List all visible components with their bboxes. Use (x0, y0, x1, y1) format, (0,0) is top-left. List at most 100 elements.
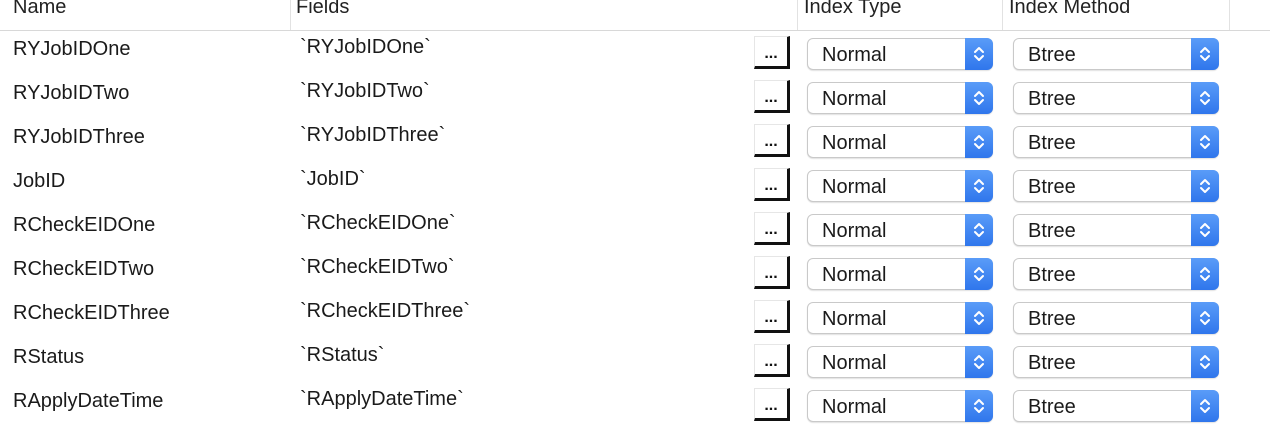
index-name-cell[interactable]: RCheckEIDTwo (13, 254, 154, 284)
table-row[interactable]: RCheckEIDThree `RCheckEIDThree`... Normal B… (0, 298, 1270, 342)
index-name-cell[interactable]: JobID (13, 166, 65, 196)
select-stepper[interactable] (1191, 170, 1219, 202)
index-type-select[interactable]: Normal (807, 170, 993, 202)
chevron-up-down-icon (1200, 311, 1210, 325)
index-method-select[interactable]: Btree (1013, 258, 1219, 290)
table-row[interactable]: RCheckEIDTwo `RCheckEIDTwo`... Normal Btree (0, 254, 1270, 298)
select-stepper[interactable] (1191, 346, 1219, 378)
select-stepper[interactable] (1191, 302, 1219, 334)
index-name-cell[interactable]: RYJobIDOne (13, 34, 130, 64)
index-type-value: Normal (822, 308, 887, 330)
index-method-select[interactable]: Btree (1013, 302, 1219, 334)
column-divider[interactable] (1229, 0, 1230, 30)
table-row[interactable]: RCheckEIDOne `RCheckEIDOne`... Normal Btree (0, 210, 1270, 254)
index-fields-cell[interactable]: `RCheckEIDTwo` (300, 252, 454, 282)
chevron-up-down-icon (1200, 267, 1210, 281)
index-type-select[interactable]: Normal (807, 390, 993, 422)
index-fields-cell[interactable]: `RCheckEIDThree` (300, 296, 470, 326)
index-method-value: Btree (1028, 132, 1076, 154)
index-name-cell[interactable]: RYJobIDTwo (13, 78, 129, 108)
chevron-up-down-icon (1200, 223, 1210, 237)
select-stepper[interactable] (1191, 126, 1219, 158)
index-type-value: Normal (822, 44, 887, 66)
select-stepper[interactable] (1191, 390, 1219, 422)
chevron-up-down-icon (974, 355, 984, 369)
index-type-value: Normal (822, 220, 887, 242)
select-stepper[interactable] (1191, 258, 1219, 290)
index-type-select[interactable]: Normal (807, 126, 993, 158)
column-divider[interactable] (1002, 0, 1003, 30)
select-stepper[interactable] (965, 38, 993, 70)
index-type-select[interactable]: Normal (807, 258, 993, 290)
index-type-select[interactable]: Normal (807, 82, 993, 114)
table-row[interactable]: RApplyDateTime `RApplyDateTime`... Normal B… (0, 386, 1270, 430)
edit-fields-button[interactable]: ... (754, 168, 790, 201)
index-fields-cell[interactable]: `RCheckEIDOne` (300, 208, 456, 238)
index-method-select[interactable]: Btree (1013, 214, 1219, 246)
index-method-select[interactable]: Btree (1013, 126, 1219, 158)
index-method-value: Btree (1028, 308, 1076, 330)
chevron-up-down-icon (1200, 399, 1210, 413)
column-divider[interactable] (797, 0, 798, 30)
index-name-cell[interactable]: RApplyDateTime (13, 386, 163, 416)
select-stepper[interactable] (965, 82, 993, 114)
index-fields-cell[interactable]: `RApplyDateTime` (300, 384, 464, 414)
index-method-select[interactable]: Btree (1013, 346, 1219, 378)
chevron-up-down-icon (974, 311, 984, 325)
index-name-cell[interactable]: RCheckEIDThree (13, 298, 170, 328)
index-method-select[interactable]: Btree (1013, 170, 1219, 202)
select-stepper[interactable] (965, 258, 993, 290)
select-stepper[interactable] (965, 214, 993, 246)
edit-fields-button[interactable]: ... (754, 256, 790, 289)
chevron-up-down-icon (1200, 179, 1210, 193)
table-row[interactable]: RYJobIDOne `RYJobIDOne`... Normal Btree (0, 34, 1270, 78)
select-stepper[interactable] (965, 302, 993, 334)
column-divider[interactable] (290, 0, 291, 30)
select-stepper[interactable] (965, 346, 993, 378)
index-fields-cell[interactable]: `JobID` (300, 164, 366, 194)
edit-fields-button[interactable]: ... (754, 300, 790, 333)
index-method-select[interactable]: Btree (1013, 38, 1219, 70)
index-name-cell[interactable]: RYJobIDThree (13, 122, 145, 152)
select-stepper[interactable] (1191, 214, 1219, 246)
index-name-cell[interactable]: RCheckEIDOne (13, 210, 155, 240)
edit-fields-button[interactable]: ... (754, 212, 790, 245)
edit-fields-button[interactable]: ... (754, 124, 790, 157)
chevron-up-down-icon (974, 267, 984, 281)
index-method-value: Btree (1028, 44, 1076, 66)
select-stepper[interactable] (1191, 38, 1219, 70)
table-row[interactable]: JobID `JobID`... Normal Btree (0, 166, 1270, 210)
index-name-cell[interactable]: RStatus (13, 342, 84, 372)
index-type-select[interactable]: Normal (807, 214, 993, 246)
index-method-select[interactable]: Btree (1013, 390, 1219, 422)
index-type-select[interactable]: Normal (807, 302, 993, 334)
select-stepper[interactable] (1191, 82, 1219, 114)
chevron-up-down-icon (1200, 135, 1210, 149)
select-stepper[interactable] (965, 170, 993, 202)
index-method-select[interactable]: Btree (1013, 82, 1219, 114)
column-header-index-method[interactable]: Index Method (1009, 0, 1130, 22)
table-row[interactable]: RStatus `RStatus`... Normal Btree (0, 342, 1270, 386)
select-stepper[interactable] (965, 126, 993, 158)
column-header-fields[interactable]: Fields (296, 0, 349, 22)
index-method-value: Btree (1028, 176, 1076, 198)
table-row[interactable]: RYJobIDTwo `RYJobIDTwo`... Normal Btree (0, 78, 1270, 122)
select-stepper[interactable] (965, 390, 993, 422)
edit-fields-button[interactable]: ... (754, 80, 790, 113)
column-header-index-type[interactable]: Index Type (804, 0, 901, 22)
column-header-name[interactable]: Name (13, 0, 66, 22)
index-type-select[interactable]: Normal (807, 38, 993, 70)
index-fields-cell[interactable]: `RYJobIDThree` (300, 120, 445, 150)
edit-fields-button[interactable]: ... (754, 388, 790, 421)
edit-fields-button[interactable]: ... (754, 344, 790, 377)
index-fields-cell[interactable]: `RYJobIDOne` (300, 32, 431, 62)
chevron-up-down-icon (974, 91, 984, 105)
index-type-value: Normal (822, 396, 887, 418)
edit-fields-button[interactable]: ... (754, 36, 790, 69)
table-row[interactable]: RYJobIDThree `RYJobIDThree`... Normal Btree (0, 122, 1270, 166)
chevron-up-down-icon (974, 223, 984, 237)
index-type-select[interactable]: Normal (807, 346, 993, 378)
index-fields-cell[interactable]: `RStatus` (300, 340, 384, 370)
chevron-up-down-icon (1200, 91, 1210, 105)
index-fields-cell[interactable]: `RYJobIDTwo` (300, 76, 430, 106)
